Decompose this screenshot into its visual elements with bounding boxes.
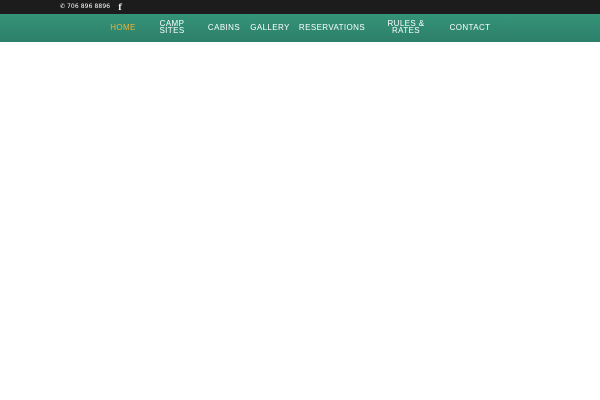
nav-item-camp-sites[interactable]: CAMP SITES: [156, 13, 188, 41]
nav-item-gallery[interactable]: GALLERY: [249, 14, 291, 42]
nav-item-reservations[interactable]: RESERVATIONS: [298, 14, 366, 42]
main-navigation: HOME CAMP SITES CABINS GALLERY RESERVATI…: [0, 14, 600, 42]
phone-number[interactable]: ✆ 706 896 8896: [60, 0, 110, 14]
phone-number-text: 706 896 8896: [67, 3, 111, 10]
page-content: [0, 42, 600, 400]
nav-item-rules-rates[interactable]: RULES & RATES: [384, 13, 428, 41]
nav-item-home[interactable]: HOME: [108, 14, 138, 42]
facebook-icon[interactable]: f: [116, 0, 124, 14]
phone-icon: ✆: [60, 3, 66, 10]
nav-item-cabins[interactable]: CABINS: [205, 14, 243, 42]
nav-item-contact[interactable]: CONTACT: [448, 14, 492, 42]
top-bar: ✆ 706 896 8896 f: [0, 0, 600, 14]
